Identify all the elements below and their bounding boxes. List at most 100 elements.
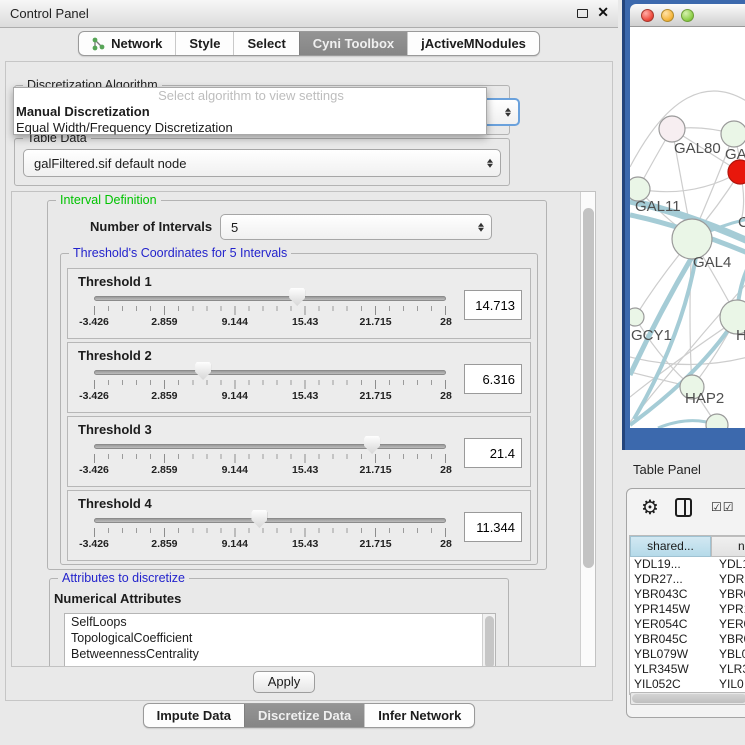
slider-tick-labels: -3.426 2.859 9.144 15.43 21.715 28	[94, 390, 446, 402]
table-data-group: Table Data galFiltered.sif default node	[14, 138, 510, 186]
slider-tick-labels: -3.426 2.859 9.144 15.43 21.715 28	[94, 538, 446, 550]
settings-vertical-scrollbar[interactable]	[580, 192, 595, 666]
node-gal80[interactable]	[659, 116, 685, 142]
table-row[interactable]: YIL052CYIL0	[630, 677, 745, 692]
close-icon[interactable]: ✕	[597, 4, 609, 21]
close-traffic-light[interactable]	[641, 9, 654, 22]
threshold-4-panel: Threshold 4 -3.426 2.859 9.144 15.43 21.…	[67, 490, 531, 561]
network-canvas[interactable]: GAL80 GA C GAL11 GAL4 GCY1 H HAP2	[630, 27, 745, 428]
list-scrollbar[interactable]	[482, 614, 495, 667]
table-row[interactable]: YDL19...YDL1	[630, 557, 745, 572]
threshold-value-field[interactable]	[464, 290, 522, 320]
cell: YIL0	[711, 677, 745, 692]
tab-label: Network	[111, 36, 162, 51]
number-of-intervals-combobox[interactable]: 5	[220, 214, 492, 240]
node-gcy1[interactable]	[630, 308, 644, 326]
list-item[interactable]: BetweennessCentrality	[65, 646, 495, 662]
tick-label: 28	[440, 316, 452, 328]
tick-label: 21.715	[360, 390, 392, 402]
network-view-window: GAL80 GA C GAL11 GAL4 GCY1 H HAP2	[622, 0, 745, 450]
tab-select[interactable]: Select	[233, 32, 298, 55]
threshold-3-panel: Threshold 3 -3.426 2.859 9.144 15.43 21.…	[67, 416, 531, 487]
float-window-icon[interactable]	[577, 9, 588, 18]
tab-label: Cyni Toolbox	[313, 36, 394, 51]
tick-label: 15.43	[292, 390, 318, 402]
node-label-gcy1: GCY1	[631, 327, 672, 344]
column-header-shared-name[interactable]: shared...	[630, 536, 711, 557]
slider-track[interactable]	[94, 444, 446, 449]
tab-jactivemnodules[interactable]: jActiveMNodules	[407, 32, 539, 55]
slider-track[interactable]	[94, 370, 446, 375]
node-bottom[interactable]	[706, 414, 728, 428]
network-window-titlebar[interactable]	[630, 4, 745, 27]
gear-icon[interactable]: ⚙	[641, 495, 659, 520]
table-horizontal-scrollbar[interactable]	[630, 692, 745, 705]
tick-label: 28	[440, 464, 452, 476]
slider-ticks	[94, 306, 446, 315]
combo-value: galFiltered.sif default node	[34, 156, 186, 171]
table-columns-icon[interactable]	[675, 498, 692, 517]
tab-impute-data[interactable]: Impute Data	[144, 704, 244, 727]
tab-style[interactable]: Style	[175, 32, 233, 55]
numerical-attributes-list: SelfLoops TopologicalCoefficient Between…	[64, 613, 496, 667]
tick-label: -3.426	[79, 390, 109, 402]
apply-button[interactable]: Apply	[253, 671, 315, 693]
slider-track[interactable]	[94, 518, 446, 523]
list-item[interactable]: SelfLoops	[65, 614, 495, 630]
slider-thumb[interactable]	[251, 510, 267, 528]
table-row[interactable]: YLR345WYLR3	[630, 662, 745, 677]
threshold-1-panel: Threshold 1 -3.426 2.859 9.144 15.43 21.…	[67, 268, 531, 339]
tick-label: 21.715	[360, 538, 392, 550]
threshold-label: Threshold 2	[78, 348, 152, 363]
minimize-traffic-light[interactable]	[661, 9, 674, 22]
table-row[interactable]: YBR045CYBR0	[630, 632, 745, 647]
threshold-value-field[interactable]	[464, 438, 522, 468]
dropdown-option-equal-width[interactable]: Equal Width/Frequency Discretization	[14, 120, 486, 136]
node-red-selected[interactable]	[728, 160, 745, 184]
table-row[interactable]: YBL079WYBL0	[630, 647, 745, 662]
table-row[interactable]: YPR145WYPR1	[630, 602, 745, 617]
algorithm-dropdown-popup: Select algorithm to view settings Manual…	[13, 87, 487, 135]
slider-tick-labels: -3.426 2.859 9.144 15.43 21.715 28	[94, 316, 446, 328]
node-attribute-table: shared... n YDL19...YDL1 YDR27...YDR2 YB…	[629, 535, 745, 695]
table-panel-area: Table Panel ⚙ ☑☑ shared... n YDL19...YDL…	[618, 450, 745, 745]
number-of-intervals-label: Number of Intervals	[90, 219, 212, 234]
slider-ticks	[94, 380, 446, 389]
tab-label: Select	[247, 36, 285, 51]
node-label-h-partial: H	[736, 327, 745, 344]
tick-label: 21.715	[360, 464, 392, 476]
slider-thumb[interactable]	[364, 436, 380, 454]
list-item[interactable]: TopologicalCoefficient	[65, 630, 495, 646]
node-top-right[interactable]	[721, 121, 745, 147]
table-row[interactable]: YDR27...YDR2	[630, 572, 745, 587]
node-gal4[interactable]	[672, 219, 712, 259]
table-data-combobox[interactable]: galFiltered.sif default node	[23, 149, 501, 177]
tab-cyni-toolbox[interactable]: Cyni Toolbox	[299, 32, 407, 55]
stepper-icon	[505, 106, 511, 119]
control-panel-title: Control Panel	[10, 0, 89, 28]
table-row[interactable]: YBR043CYBR0	[630, 587, 745, 602]
tick-label: 15.43	[292, 464, 318, 476]
group-title: Attributes to discretize	[58, 571, 189, 585]
slider-thumb[interactable]	[195, 362, 211, 380]
zoom-traffic-light[interactable]	[681, 9, 694, 22]
dropdown-option-manual-discretization[interactable]: Manual Discretization	[14, 104, 486, 120]
tab-label: Infer Network	[378, 708, 461, 723]
tick-label: 28	[440, 538, 452, 550]
slider-thumb[interactable]	[289, 288, 305, 306]
checkboxes-icon[interactable]: ☑☑	[711, 500, 735, 514]
tick-label: 15.43	[292, 316, 318, 328]
cell: YBL079W	[630, 647, 711, 662]
column-header-name[interactable]: n	[711, 536, 745, 557]
table-panel-box: ⚙ ☑☑ shared... n YDL19...YDL1 YDR27...YD…	[626, 488, 745, 718]
threshold-value-field[interactable]	[464, 512, 522, 542]
slider-ticks	[94, 454, 446, 463]
threshold-value-field[interactable]	[464, 364, 522, 394]
table-header-row: shared... n	[630, 536, 745, 557]
tab-discretize-data[interactable]: Discretize Data	[244, 704, 364, 727]
table-row[interactable]: YER054CYER0	[630, 617, 745, 632]
tick-label: 2.859	[151, 538, 177, 550]
tab-infer-network[interactable]: Infer Network	[364, 704, 474, 727]
tab-network[interactable]: Network	[79, 32, 175, 55]
slider-track[interactable]	[94, 296, 446, 301]
